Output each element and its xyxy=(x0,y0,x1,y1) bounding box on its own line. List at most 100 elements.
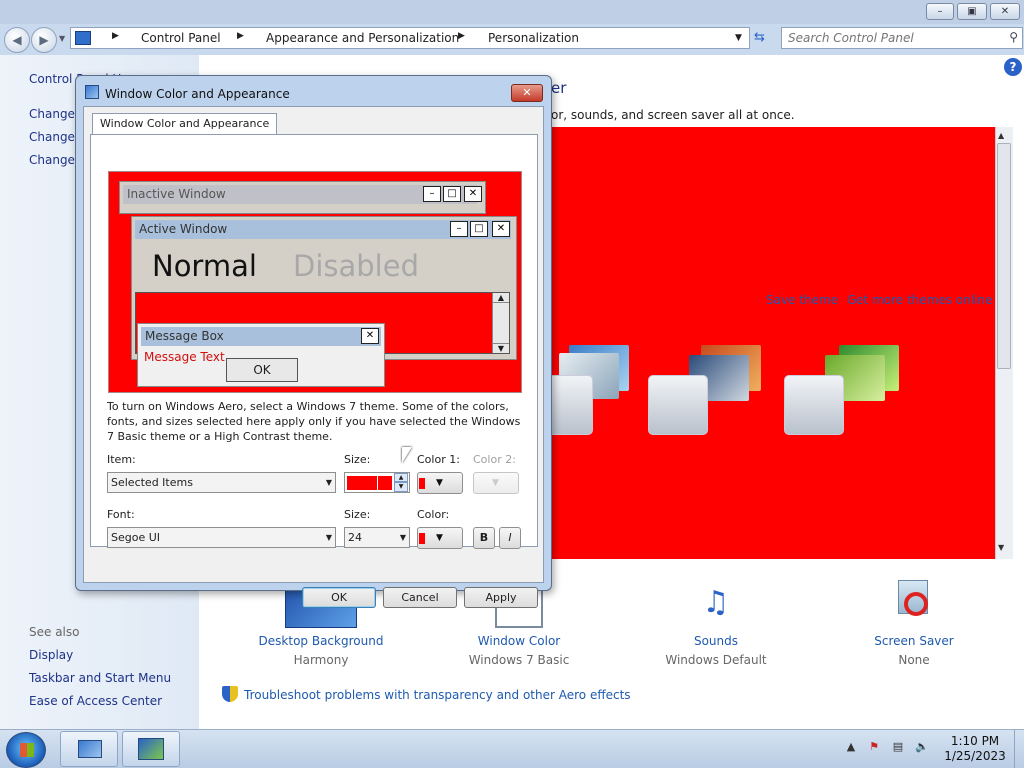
preview-maximize-icon: □ xyxy=(470,221,488,237)
action-center-icon[interactable]: ⚑ xyxy=(866,740,882,756)
font-dropdown-value: Segoe UI xyxy=(111,531,161,544)
show-desktop-button[interactable] xyxy=(1014,730,1024,768)
chevron-down-icon: ▼ xyxy=(325,533,332,542)
cancel-button[interactable]: Cancel xyxy=(383,587,457,608)
address-box[interactable]: ▶ Control Panel ▶ Appearance and Persona… xyxy=(70,27,750,49)
color1-label: Color 1: xyxy=(417,453,460,466)
minimize-button[interactable]: – xyxy=(926,3,954,20)
apply-button[interactable]: Apply xyxy=(464,587,538,608)
volume-muted-icon[interactable]: 🔈 xyxy=(914,740,930,756)
sounds-link[interactable]: Sounds xyxy=(636,634,796,648)
breadcrumb-personalization[interactable]: Personalization xyxy=(488,31,579,45)
ease-of-access-link[interactable]: Ease of Access Center xyxy=(29,694,162,708)
breadcrumb-separator-icon[interactable]: ▶ xyxy=(237,31,244,41)
appearance-preview: Inactive Window – □ ✕ Active Window – □ … xyxy=(108,171,522,393)
forward-icon[interactable]: ▶ xyxy=(31,27,57,53)
color1-swatch xyxy=(419,478,425,489)
breadcrumb-separator-icon[interactable]: ▶ xyxy=(458,31,465,41)
size-spinner[interactable]: ▲ ▼ xyxy=(344,472,410,493)
get-more-themes-link[interactable]: Get more themes online xyxy=(847,293,993,307)
ok-button[interactable]: OK xyxy=(302,587,376,608)
scroll-up-icon[interactable]: ▲ xyxy=(998,131,1004,140)
display-link[interactable]: Display xyxy=(29,648,73,662)
preview-message-box: Message Box ✕ Message Text OK xyxy=(137,323,385,387)
preview-msgbox-text: Message Text xyxy=(144,350,225,364)
preview-msgbox-ok: OK xyxy=(226,358,298,382)
dialog-close-button[interactable]: ✕ xyxy=(511,84,543,102)
item-dropdown[interactable]: Selected Items ▼ xyxy=(107,472,336,493)
font-size-dropdown[interactable]: 24 ▼ xyxy=(344,527,410,548)
themes-list[interactable]: Save theme Get more themes online xyxy=(533,127,995,559)
network-icon[interactable]: ▤ xyxy=(890,740,906,756)
aero-info-text: To turn on Windows Aero, select a Window… xyxy=(107,400,521,443)
clock-time: 1:10 PM xyxy=(950,734,1000,748)
screen-saver-value: None xyxy=(898,653,930,667)
color1-picker[interactable]: ▼ xyxy=(417,472,463,494)
theme-tile[interactable] xyxy=(784,375,844,435)
chevron-down-icon: ▼ xyxy=(325,478,332,487)
preview-scroll-up-icon: ▲ xyxy=(493,293,509,303)
screen-saver-item[interactable]: Screen Saver None xyxy=(834,578,994,667)
taskbar-control-panel[interactable] xyxy=(60,731,118,767)
recent-pages-icon[interactable]: ▼ xyxy=(59,34,65,43)
taskbar-start-menu-link[interactable]: Taskbar and Start Menu xyxy=(29,671,171,685)
preview-normal-text: Normal xyxy=(152,249,257,283)
preview-maximize-icon: □ xyxy=(443,186,461,202)
preview-close-icon: ✕ xyxy=(464,186,482,202)
spinner-up-icon[interactable]: ▲ xyxy=(394,473,408,482)
back-icon[interactable]: ◀ xyxy=(4,27,30,53)
font-label: Font: xyxy=(107,508,135,521)
spinner-down-icon[interactable]: ▼ xyxy=(394,482,408,492)
search-input[interactable] xyxy=(788,30,998,46)
scroll-down-icon[interactable]: ▼ xyxy=(998,543,1004,552)
font-dropdown[interactable]: Segoe UI ▼ xyxy=(107,527,336,548)
taskbar: ▲ ⚑ ▤ 🔈 1:10 PM 1/25/2023 xyxy=(0,729,1024,768)
windows-logo-icon xyxy=(20,743,34,757)
preview-close-icon: ✕ xyxy=(492,221,510,237)
control-panel-icon xyxy=(75,31,91,45)
troubleshoot-link[interactable]: Troubleshoot problems with transparency … xyxy=(244,688,631,702)
screen-saver-link[interactable]: Screen Saver xyxy=(834,634,994,648)
control-panel-taskbar-icon xyxy=(78,740,102,758)
screen-saver-icon xyxy=(890,578,938,628)
font-color-picker[interactable]: ▼ xyxy=(417,527,463,549)
desktop-background-link[interactable]: Desktop Background xyxy=(241,634,401,648)
chevron-down-icon: ▼ xyxy=(436,478,443,488)
page-subtitle: or, sounds, and screen saver all at once… xyxy=(551,108,795,122)
help-icon[interactable]: ? xyxy=(1004,58,1022,76)
show-hidden-icons-icon[interactable]: ▲ xyxy=(843,740,859,756)
search-box[interactable]: ⚲ xyxy=(781,27,1023,49)
dialog-app-icon xyxy=(85,85,99,99)
personalization-taskbar-icon xyxy=(138,738,164,760)
start-button[interactable] xyxy=(6,732,46,768)
bold-button[interactable]: B xyxy=(473,527,495,549)
chevron-down-icon: ▼ xyxy=(436,533,443,543)
font-color-swatch xyxy=(419,533,425,544)
window-color-link[interactable]: Window Color xyxy=(439,634,599,648)
preview-msgbox-close-icon: ✕ xyxy=(361,328,379,344)
themes-scrollbar[interactable]: ▲ ▼ xyxy=(995,127,1013,559)
close-button[interactable]: ✕ xyxy=(990,3,1020,20)
breadcrumb-control-panel[interactable]: Control Panel xyxy=(141,31,221,45)
preview-scroll-down-icon: ▼ xyxy=(493,343,509,353)
save-theme-link[interactable]: Save theme xyxy=(766,293,838,307)
sounds-item[interactable]: ♫ Sounds Windows Default xyxy=(636,578,796,667)
preview-msgbox-title: Message Box xyxy=(141,327,381,346)
theme-tile[interactable] xyxy=(648,375,708,435)
color2-picker[interactable]: ▼ xyxy=(473,472,519,494)
clock-date: 1/25/2023 xyxy=(944,749,1006,763)
scroll-thumb[interactable] xyxy=(997,143,1011,369)
taskbar-personalization[interactable] xyxy=(122,731,180,767)
refresh-icon[interactable]: ⇆ xyxy=(754,30,765,45)
breadcrumb-separator-icon[interactable]: ▶ xyxy=(112,31,119,41)
size-spinner-value[interactable] xyxy=(347,476,377,490)
dialog-title: Window Color and Appearance xyxy=(105,87,290,101)
clock[interactable]: 1:10 PM 1/25/2023 xyxy=(940,734,1010,764)
maximize-button[interactable]: ▣ xyxy=(957,3,987,20)
breadcrumb-appearance[interactable]: Appearance and Personalization xyxy=(266,31,459,45)
italic-button[interactable]: I xyxy=(499,527,521,549)
search-icon[interactable]: ⚲ xyxy=(1009,30,1018,44)
chevron-down-icon: ▼ xyxy=(399,533,406,542)
tab-window-color-appearance[interactable]: Window Color and Appearance xyxy=(92,113,278,135)
address-dropdown-icon[interactable]: ▼ xyxy=(735,33,742,43)
